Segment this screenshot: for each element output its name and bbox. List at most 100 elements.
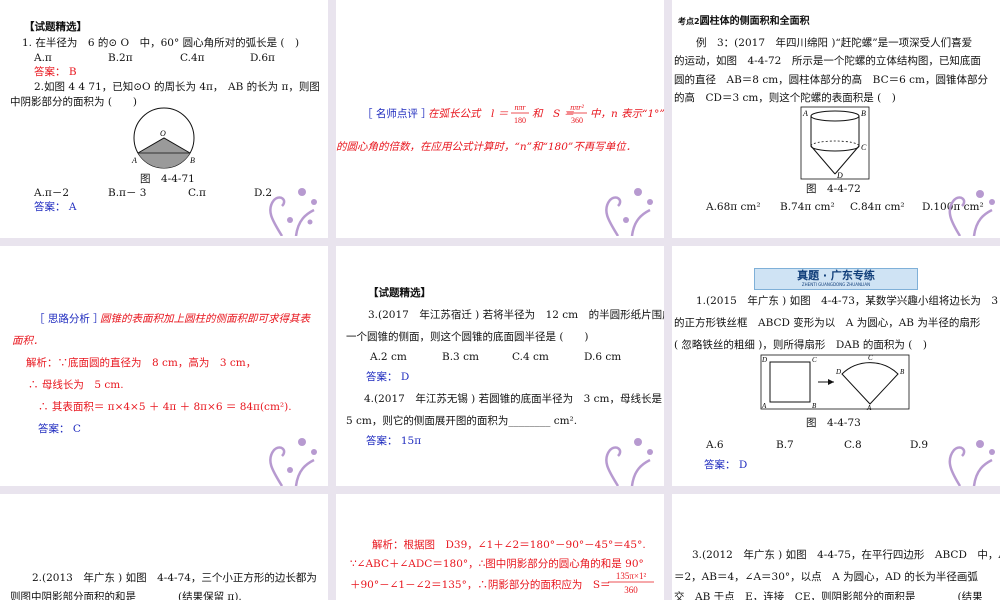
solution-line1: 解析：∵底面圆的直径为 8 cm，高为 3 cm， [26,357,257,369]
question-3-line3: 交 AB 于点 E，连接 CE，则阴影部分的面积是________(结果 [674,591,983,600]
topic-tag: 考点2圆柱体的侧面积和全面积 [678,15,810,29]
answer: 答案： D [704,459,748,471]
slide-3[interactable]: 考点2圆柱体的侧面积和全面积 例 3：(2017 年四川绵阳 )“赶陀螺”是一项… [672,0,1000,238]
fig-label-o: O [160,129,166,138]
figure-4-4-72-spinning-top: A B C D [800,106,870,180]
fraction-numerator: nπr² [570,103,584,112]
fraction-sector-area: nπr² 360 [567,103,587,125]
example-line3: 圆的直径 AB＝8 cm，圆柱体部分的高 BC＝6 cm，圆锥体部分 [674,74,988,86]
q4-answer: 答案： 15π [366,435,422,447]
solution-line3: ∴ 其表面积＝ π×4×5 ＋ 4π ＋ 8π×6 ＝ 84π(cm²). [38,401,292,413]
q1-option-a: A.π [34,52,52,64]
fig-label-c2: C [868,354,873,362]
section-banner: 真题 · 广东专练 ZHENTI GUANGDONG ZHUANLIAN [754,268,918,290]
question-3-line2: 一个圆锥的侧面，则这个圆锥的底面圆半径是 ( ) [346,331,589,343]
example-line4: 的高 CD＝3 cm，则这个陀螺的表面积是 ( ) [674,92,896,104]
fraction-denominator: 180 [514,116,526,125]
topic-number: 考点2 [678,17,700,26]
q2-answer: 答案： A [34,201,77,213]
figure-4-4-73: D C A B D C A B [760,354,910,410]
slide-5[interactable]: 【试题精选】 3.(2017 年江苏宿迁 ) 若将半径为 12 cm 的半圆形纸… [336,246,664,486]
decoration-swirl [948,440,995,486]
q3-option-c: C.4 cm [512,351,549,363]
fig-label-b2: B [900,368,905,376]
decoration-swirl [269,188,317,236]
slide-4[interactable]: ［ 思路分析 ］ 圆锥的表面积加上圆柱的侧面积即可求得其表 面积． 解析：∵底面… [0,246,328,486]
q3-option-a: A.2 cm [370,351,407,363]
banner-pinyin: ZHENTI GUANGDONG ZHUANLIAN [801,282,871,287]
question-3-line1: 3.(2012 年广东 ) 如图 4-4-75，在平行四边形 ABCD 中，AD [692,549,1000,561]
figure-caption: 图 4-4-72 [806,183,861,195]
comment-line1a: 在弧长公式 l ＝ [428,108,509,120]
option-b: B.7 [776,439,794,451]
section-heading: 【试题精选】 [368,287,431,299]
fraction-numerator: 135π×1² [616,571,647,581]
fraction-shaded-area: 135π×1² 360 [608,571,654,595]
comment-line1c: 中，n 表示“1°” [590,108,664,120]
option-a: A.6 [706,439,724,451]
option-a: A.68π cm² [706,201,761,213]
q3-option-b: B.3 cm [442,351,479,363]
q1-option-c: C.4π [180,52,205,64]
option-b: B.74π cm² [780,201,835,213]
q1-option-d: D.6π [250,52,275,64]
answer: 答案： C [38,423,81,435]
question-2-line1: 2.(2013 年广东 ) 如图 4-4-74，三个小正方形的边长都为 1， [32,572,328,584]
fig-label-d: D [836,171,843,180]
question-2-line1b: AB 的长为 π，则图 [228,81,320,93]
question-1-line1: 1.(2015 年广东 ) 如图 4-4-73，某数学兴趣小组将边长为 3 [696,295,999,307]
solution-line2: ∵∠ABC＋∠ADC＝180°，∴图中阴影部分的圆心角的和是 90° [350,558,644,570]
q1-option-b: B.2π [108,52,133,64]
decoration-swirl [269,438,317,486]
q1-answer: 答案： B [34,66,77,78]
analysis-line1: 圆锥的表面积加上圆柱的侧面积即可求得其表 [100,313,310,325]
topic-text: 圆柱体的侧面积和全面积 [699,16,810,27]
comment-line2: 的圆心角的倍数，在应用公式计算时，“n”和“180”不再写单位． [336,141,637,153]
analysis-title: ［ 思路分析 ］ [34,313,104,325]
fig-label-a2: A [866,404,872,410]
question-4-line2: 5 cm，则它的侧面展开图的面积为________ cm². [346,415,578,427]
question-1-line3: ( 忽略铁丝的粗细 )，则所得扇形 DAB 的面积为 ( ) [674,339,927,351]
option-d: D.9 [910,439,929,451]
comment-title: ［ 名师点评 ］ [362,108,432,120]
slide-2[interactable]: ［ 名师点评 ］ 在弧长公式 l ＝ nπr 180 和 S ＝ nπr² 36… [336,0,664,238]
question-2-line1: 2.如图 4 4 71，已知⊙O 的周长为 4π， [34,81,224,93]
fig-label-d: D [761,356,767,364]
slide-8[interactable]: 解析：根据图 D39，∠1＋∠2＝180°－90°－45°＝45°. ∵∠ABC… [336,494,664,600]
fraction-arc-length: nπr 180 [511,103,529,125]
q3-option-d: D.6 cm [584,351,622,363]
fig-label-a: A [802,109,808,118]
fig-label-b: B [861,109,866,118]
decoration-swirl [948,190,995,236]
solution-line1: 解析：根据图 D39，∠1＋∠2＝180°－90°－45°＝45°. [372,539,646,551]
fig-label-a: A [761,402,767,410]
slide-1[interactable]: 【试题精选】 1. 在半径为 6 的⊙ O 中，60° 圆心角所对的弧长是 ( … [0,0,328,238]
figure-caption: 图 4-4-71 [140,173,195,185]
section-heading: 【试题精选】 [24,21,87,33]
slide-7[interactable]: 2.(2013 年广东 ) 如图 4-4-74，三个小正方形的边长都为 1， 则… [0,494,328,600]
question-1-line2: 的正方形铁丝框 ABCD 变形为以 A 为圆心，AB 为半径的扇形 [674,317,981,329]
decoration-swirl [605,438,653,486]
question-2-line2: 中阴影部分的面积为 ( ) [10,96,138,108]
figure-4-4-71: O A B [131,107,195,169]
solution-line2: ∴ 母线长为 5 cm. [28,379,124,391]
fig-label-d2: D [835,368,841,376]
fig-label-b: B [190,156,195,165]
fraction-numerator: nπr [514,103,526,112]
fig-label-b: B [812,402,817,410]
example-line2: 的运动，如图 4-4-72 所示是一个陀螺的立体结构图，已知底面 [674,55,981,67]
q2-option-b: B.π－ 3 [108,187,147,199]
slide-6[interactable]: 真题 · 广东专练 ZHENTI GUANGDONG ZHUANLIAN 1.(… [672,246,1000,486]
question-3-line2: ＝2，AB＝4，∠A＝30°，以点 A 为圆心，AD 的长为半径画弧 [674,571,978,583]
q3-answer: 答案： D [366,371,410,383]
fraction-denominator: 360 [624,585,638,595]
figure-caption: 图 4-4-73 [806,417,861,429]
option-c: C.8 [844,439,862,451]
fraction-denominator: 360 [571,116,583,125]
fig-label-a: A [131,156,137,165]
q2-option-c: C.π [188,187,206,199]
question-4-line1: 4.(2017 年江苏无锡 ) 若圆锥的底面半径为 3 cm，母线长是 [364,393,662,405]
slide-9[interactable]: 3.(2012 年广东 ) 如图 4-4-75，在平行四边形 ABCD 中，AD… [672,494,1000,600]
decoration-swirl [605,188,653,236]
fig-label-c: C [812,356,817,364]
